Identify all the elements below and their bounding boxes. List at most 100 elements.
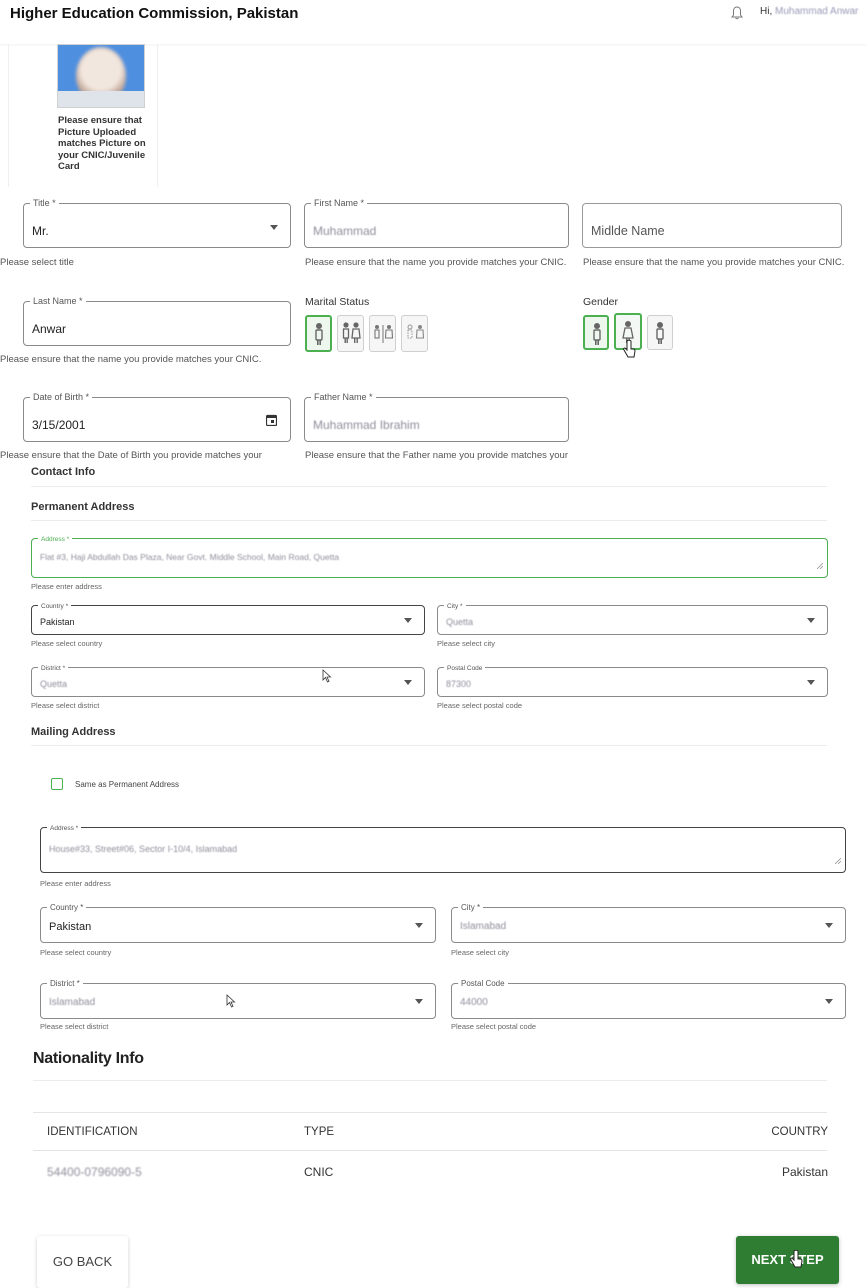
go-back-button[interactable]: GO BACK [37, 1236, 128, 1288]
hand-cursor-icon [788, 1249, 803, 1268]
column-header-identification[interactable]: IDENTIFICATION [47, 1126, 138, 1138]
father-name-label: Father Name * [311, 392, 376, 403]
father-name-value: Muhammad Ibrahim [313, 418, 420, 432]
middle-name-helper: Please ensure that the name you provide … [583, 257, 845, 268]
other-icon [656, 322, 664, 344]
permanent-city-select[interactable]: City * Quetta [437, 601, 828, 635]
permanent-postal-value: 87300 [446, 679, 472, 689]
middle-name-input[interactable]: Midlde Name [582, 203, 842, 248]
first-name-helper: Please ensure that the name you provide … [305, 257, 567, 268]
permanent-postal-select[interactable]: Postal Code 87300 [437, 663, 828, 697]
marital-married-option[interactable] [337, 315, 364, 352]
chevron-down-icon [404, 680, 412, 685]
permanent-address-value: Flat #3, Haji Abdullah Das Plaza, Near G… [40, 552, 340, 562]
permanent-address-heading: Permanent Address [31, 501, 135, 513]
mailing-country-select[interactable]: Country * Pakistan [40, 902, 436, 943]
pointer-cursor-icon [322, 669, 336, 687]
resize-handle-icon[interactable] [834, 851, 842, 869]
divider [31, 520, 827, 521]
permanent-address-label: Address * [38, 534, 73, 545]
permanent-district-label: District * [38, 663, 69, 674]
divorced-icon [374, 325, 393, 343]
mailing-city-label: City * [458, 902, 484, 913]
single-icon [315, 323, 323, 345]
title-value: Mr. [32, 224, 49, 238]
table-top-border [33, 1112, 827, 1113]
mailing-district-label: District * [47, 978, 83, 989]
title-helper: Please select title [0, 257, 74, 268]
last-name-helper: Please ensure that the name you provide … [0, 354, 262, 365]
permanent-city-helper: Please select city [437, 639, 495, 648]
mailing-postal-select[interactable]: Postal Code 44000 [451, 978, 846, 1019]
mailing-address-heading: Mailing Address [31, 726, 116, 738]
permanent-city-label: City * [444, 601, 466, 612]
permanent-country-select[interactable]: Country * Pakistan [31, 601, 425, 635]
father-name-input[interactable]: Father Name * Muhammad Ibrahim [304, 392, 569, 442]
same-as-permanent-checkbox[interactable] [51, 778, 63, 790]
mailing-country-helper: Please select country [40, 948, 112, 957]
nationality-heading: Nationality Info [33, 1050, 144, 1067]
mailing-postal-helper: Please select postal code [451, 1022, 537, 1031]
permanent-district-select[interactable]: District * Quetta [31, 663, 425, 697]
mailing-city-helper: Please select city [451, 948, 509, 957]
marital-widowed-option[interactable] [401, 315, 428, 352]
permanent-postal-helper: Please select postal code [437, 701, 523, 710]
mailing-address-label: Address * [47, 823, 82, 834]
mailing-city-select[interactable]: City * Islamabad [451, 902, 846, 943]
divider [31, 745, 827, 746]
permanent-district-value: Quetta [40, 679, 68, 689]
pointer-cursor-icon [226, 994, 240, 1012]
last-name-input[interactable]: Last Name * Anwar [23, 296, 291, 346]
mailing-postal-label: Postal Code [458, 978, 508, 989]
cell-identification: 54400-0796090-5 [47, 1165, 142, 1179]
first-name-input[interactable]: First Name * Muhammad [304, 198, 569, 248]
calendar-icon[interactable] [265, 413, 278, 431]
dob-value: 3/15/2001 [32, 418, 86, 432]
chevron-down-icon [807, 680, 815, 685]
gender-male-option[interactable] [583, 315, 609, 350]
chevron-down-icon [825, 999, 833, 1004]
dob-label: Date of Birth * [30, 392, 93, 403]
column-header-type[interactable]: TYPE [304, 1126, 334, 1138]
permanent-country-value: Pakistan [40, 617, 75, 627]
divider [33, 1080, 827, 1081]
permanent-country-label: Country * [38, 601, 72, 612]
permanent-address-helper: Please enter address [31, 582, 102, 591]
last-name-value: Anwar [32, 322, 67, 336]
permanent-city-value: Quetta [446, 617, 474, 627]
table-header-border [33, 1150, 827, 1151]
dob-helper: Please ensure that the Date of Birth you… [0, 450, 262, 461]
permanent-address-input[interactable]: Address * Flat #3, Haji Abdullah Das Pla… [31, 534, 828, 578]
app-title: Higher Education Commission, Pakistan [10, 5, 299, 22]
marital-divorced-option[interactable] [369, 315, 396, 352]
first-name-label: First Name * [311, 198, 368, 209]
mailing-country-value: Pakistan [49, 921, 92, 933]
same-as-permanent-label[interactable]: Same as Permanent Address [75, 780, 179, 789]
gender-other-option[interactable] [647, 315, 673, 350]
title-select[interactable]: Title * Mr. [23, 198, 291, 248]
greeting-text: Hi, [760, 6, 773, 17]
column-header-country[interactable]: COUNTRY [760, 1126, 828, 1138]
profile-photo[interactable] [57, 44, 145, 108]
mailing-postal-value: 44000 [460, 997, 488, 1008]
chevron-down-icon [825, 923, 833, 928]
resize-handle-icon[interactable] [816, 556, 824, 574]
mailing-address-value: House#33, Street#06, Sector I-10/4, Isla… [49, 844, 238, 854]
user-greeting[interactable]: Hi, Muhammad Anwar [760, 6, 867, 17]
chevron-down-icon [404, 618, 412, 623]
father-name-helper: Please ensure that the Father name you p… [305, 450, 568, 461]
mailing-address-input[interactable]: Address * House#33, Street#06, Sector I-… [40, 823, 846, 873]
mailing-district-helper: Please select district [40, 1022, 109, 1031]
bell-icon[interactable] [731, 6, 743, 20]
permanent-postal-label: Postal Code [444, 663, 486, 674]
chevron-down-icon [270, 225, 278, 230]
mailing-address-helper: Please enter address [40, 879, 111, 888]
dob-input[interactable]: Date of Birth * 3/15/2001 [23, 392, 291, 442]
divider [31, 486, 827, 487]
hand-cursor-icon [621, 339, 636, 358]
mailing-country-label: Country * [47, 902, 87, 913]
contact-info-heading: Contact Info [31, 466, 100, 478]
user-name: Muhammad Anwar [775, 6, 859, 17]
marital-single-option[interactable] [305, 315, 332, 352]
title-label: Title * [30, 198, 59, 209]
